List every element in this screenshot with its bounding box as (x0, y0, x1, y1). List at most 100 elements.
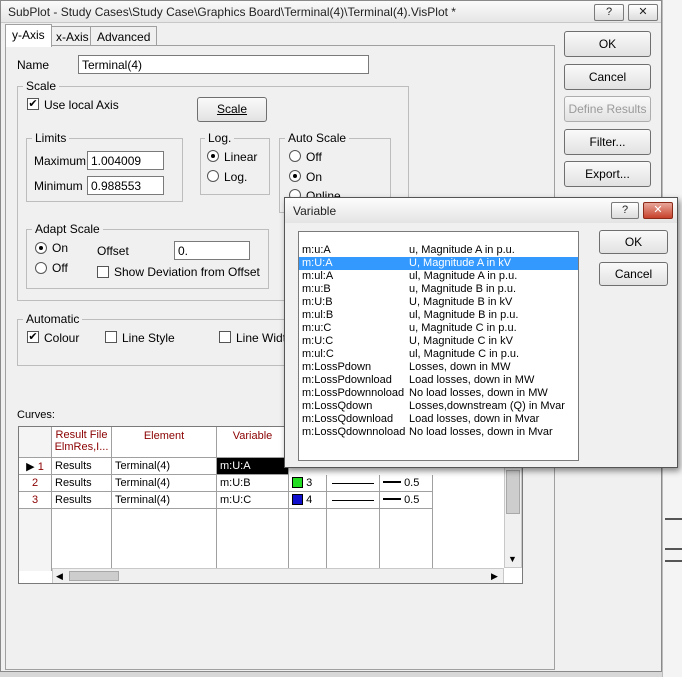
variable-list-item[interactable]: m:U:A U, Magnitude A in kV (299, 257, 578, 270)
scrollbar-thumb[interactable] (69, 571, 119, 581)
variable-list-item[interactable]: m:LossQdown Losses,downstream (Q) in Mvar (299, 400, 578, 413)
adapt-scale-legend: Adapt Scale (32, 222, 103, 236)
tab-advanced[interactable]: Advanced (90, 26, 158, 46)
minimum-input[interactable]: 0.988553 (87, 176, 164, 195)
cell-line-style[interactable] (327, 475, 380, 492)
background-divider (665, 518, 682, 520)
cell-variable[interactable]: m:U:C (217, 492, 289, 509)
variable-list-item[interactable]: m:LossPdownload Load losses, down in MW (299, 374, 578, 387)
auto-scale-off-radio[interactable] (289, 150, 301, 162)
curves-horizontal-scrollbar[interactable]: ◀ ▶ (52, 568, 504, 583)
line-width-sample (383, 498, 401, 500)
log-legend: Log. (205, 131, 235, 145)
variable-dialog-titlebar[interactable]: Variable ? ✕ (285, 198, 677, 223)
line-width-checkbox[interactable] (219, 331, 231, 343)
variable-list-item[interactable]: m:U:C U, Magnitude C in kV (299, 335, 578, 348)
header-variable[interactable]: Variable (217, 427, 289, 458)
close-button[interactable]: ✕ (628, 4, 658, 21)
variable-name: m:U:A (302, 257, 333, 269)
ok-button[interactable]: OK (564, 31, 651, 57)
tab-x-axis[interactable]: x-Axis (49, 26, 96, 46)
cell-colour[interactable]: 3 (289, 475, 327, 492)
name-input[interactable]: Terminal(4) (78, 55, 369, 74)
cell-colour[interactable]: 4 (289, 492, 327, 509)
variable-list-item[interactable]: m:LossQdownnoload No load losses, down in… (299, 426, 578, 439)
variable-name: m:u:C (302, 322, 332, 334)
variable-name: m:U:C (302, 335, 334, 347)
variable-description: U, Magnitude C in kV (409, 335, 513, 347)
scroll-down-icon[interactable]: ▼ (508, 554, 517, 564)
row-number[interactable]: 2 (19, 475, 52, 492)
background-divider (665, 548, 682, 550)
line-style-sample (332, 483, 374, 484)
cell-line-width[interactable]: 0.5 (380, 475, 433, 492)
variable-help-button[interactable]: ? (611, 202, 639, 219)
cell-element[interactable]: Terminal(4) (112, 458, 217, 475)
row-number[interactable]: ▶ 1 (19, 458, 52, 475)
line-width-sample (383, 481, 401, 483)
variable-list-item[interactable]: m:u:B u, Magnitude B in p.u. (299, 283, 578, 296)
scale-legend: Scale (23, 79, 60, 93)
row-header-blank (19, 509, 51, 571)
variable-description: Losses,downstream (Q) in Mvar (409, 400, 565, 412)
cell-line-style[interactable] (327, 492, 380, 509)
adapt-off-radio[interactable] (35, 262, 47, 274)
auto-scale-on-radio[interactable] (289, 170, 301, 182)
adapt-on-radio[interactable] (35, 242, 47, 254)
cell-line-width[interactable]: 0.5 (380, 492, 433, 509)
limits-legend: Limits (32, 131, 70, 145)
header-result-file[interactable]: Result File ElmRes,I... (52, 427, 112, 458)
cell-result-file[interactable]: Results (52, 475, 112, 492)
cell-result-file[interactable]: Results (52, 458, 112, 475)
filter-button[interactable]: Filter... (564, 129, 651, 155)
variable-cancel-button[interactable]: Cancel (599, 262, 668, 286)
cell-element[interactable]: Terminal(4) (112, 475, 217, 492)
log-radio[interactable] (207, 170, 219, 182)
variable-list-item[interactable]: m:u:A u, Magnitude A in p.u. (299, 244, 578, 257)
scroll-right-icon[interactable]: ▶ (491, 571, 498, 582)
variable-close-button[interactable]: ✕ (643, 202, 673, 219)
cancel-button[interactable]: Cancel (564, 64, 651, 90)
column-line (51, 509, 52, 571)
variable-list-item[interactable]: m:LossPdownnoload No load losses, down in… (299, 387, 578, 400)
variable-list-item[interactable]: m:u:C u, Magnitude C in p.u. (299, 322, 578, 335)
show-deviation-checkbox[interactable] (97, 266, 109, 278)
help-button[interactable]: ? (594, 4, 624, 21)
log-group (200, 138, 270, 195)
offset-input[interactable]: 0. (174, 241, 250, 260)
define-results-button[interactable]: Define Results (564, 96, 651, 122)
variable-list-item[interactable]: m:ul:B ul, Magnitude B in p.u. (299, 309, 578, 322)
maximum-input[interactable]: 1.004009 (87, 151, 164, 170)
variable-list-item[interactable]: m:LossQdownload Load losses, down in Mvar (299, 413, 578, 426)
scrollbar-thumb[interactable] (506, 470, 520, 514)
linear-radio[interactable] (207, 150, 219, 162)
variable-ok-button[interactable]: OK (599, 230, 668, 254)
scale-button[interactable]: Scale (197, 97, 267, 122)
scroll-left-icon[interactable]: ◀ (56, 571, 63, 582)
tab-y-axis[interactable]: y-Axis (5, 24, 52, 47)
variable-description: U, Magnitude A in kV (409, 257, 512, 269)
cell-result-file[interactable]: Results (52, 492, 112, 509)
export-button[interactable]: Export... (564, 161, 651, 187)
variable-list[interactable]: m:u:A u, Magnitude A in p.u. m:U:A U, Magni… (298, 231, 579, 461)
window-title: SubPlot - Study Cases\Study Case\Graphic… (8, 5, 456, 19)
colour-checkbox[interactable]: ✔ (27, 331, 39, 343)
show-deviation-label: Show Deviation from Offset (114, 265, 260, 279)
variable-list-item[interactable]: m:ul:A ul, Magnitude A in p.u. (299, 270, 578, 283)
cell-element[interactable]: Terminal(4) (112, 492, 217, 509)
variable-list-item[interactable]: m:U:B U, Magnitude B in kV (299, 296, 578, 309)
row-number[interactable]: 3 (19, 492, 52, 509)
cell-variable[interactable]: m:U:B (217, 475, 289, 492)
line-style-checkbox[interactable] (105, 331, 117, 343)
header-element[interactable]: Element (112, 427, 217, 458)
cell-variable-selected[interactable]: m:U:A (217, 458, 289, 475)
linear-label: Linear (224, 150, 258, 164)
curves-label: Curves: (17, 409, 55, 421)
variable-list-item[interactable]: m:LossPdown Losses, down in MW (299, 361, 578, 374)
window-titlebar[interactable]: SubPlot - Study Cases\Study Case\Graphic… (1, 1, 661, 23)
variable-name: m:ul:C (302, 348, 334, 360)
variable-description: ul, Magnitude B in p.u. (409, 309, 519, 321)
column-line (379, 509, 380, 571)
variable-list-item[interactable]: m:ul:C ul, Magnitude C in p.u. (299, 348, 578, 361)
use-local-axis-checkbox[interactable]: ✔ (27, 98, 39, 110)
